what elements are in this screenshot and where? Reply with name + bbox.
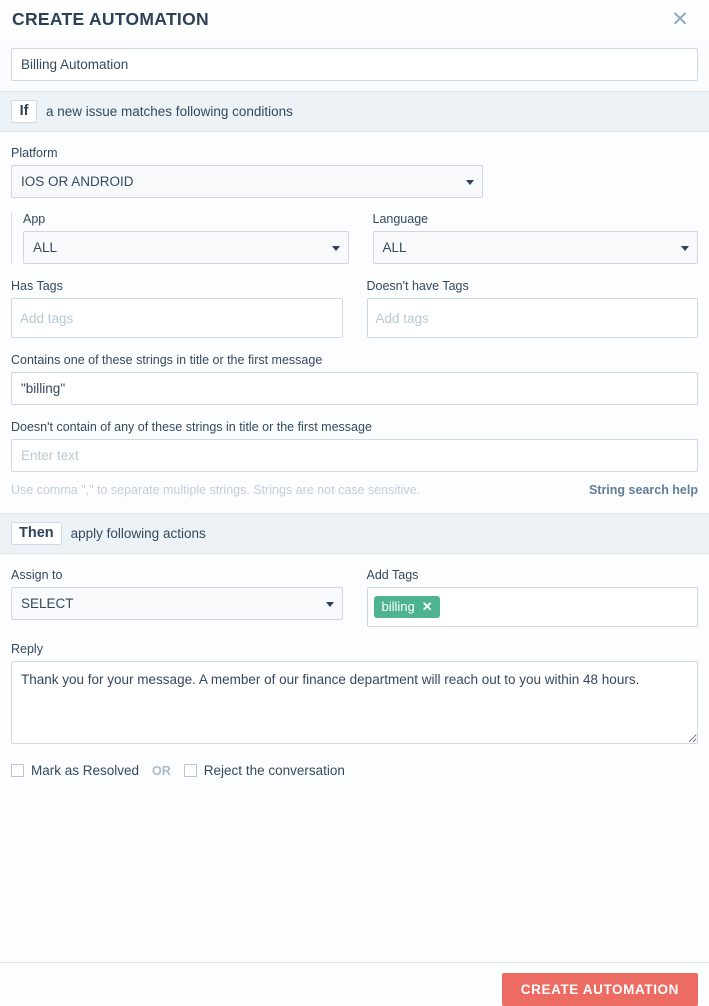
assign-to-label: Assign to [11,568,343,582]
platform-label: Platform [11,146,483,160]
then-band-text: apply following actions [71,526,206,541]
app-label: App [23,212,349,226]
if-badge: If [11,100,37,124]
contains-field: Contains one of these strings in title o… [11,353,698,405]
app-field: App ALL [23,212,349,264]
language-field: Language ALL [373,212,699,264]
automation-name-input[interactable] [11,48,698,81]
has-tags-label: Has Tags [11,279,343,293]
not-contains-label: Doesn't contain of any of these strings … [11,420,698,434]
remove-tag-icon[interactable]: ✕ [422,600,433,613]
contains-label: Contains one of these strings in title o… [11,353,698,367]
string-search-help-link[interactable]: String search help [589,483,698,497]
assign-to-select[interactable]: SELECT [11,587,343,620]
add-tags-label: Add Tags [367,568,699,582]
or-separator: OR [152,764,171,778]
checkbox-icon [11,764,24,777]
modal-header: CREATE AUTOMATION ✕ [0,0,709,39]
has-tags-field: Has Tags Add tags [11,279,343,338]
language-select[interactable]: ALL [373,231,699,264]
string-helper-row: Use comma "," to separate multiple strin… [11,483,698,513]
create-automation-button[interactable]: CREATE AUTOMATION [502,973,698,1006]
tag-chip-label: billing [382,600,415,613]
if-condition-band: If a new issue matches following conditi… [0,91,709,132]
reply-field: Reply [11,642,698,744]
not-have-tags-field: Doesn't have Tags Add tags [367,279,699,338]
reject-conversation-label: Reject the conversation [204,763,345,778]
then-action-band: Then apply following actions [0,513,709,554]
then-badge: Then [11,522,62,546]
actions-section: Assign to SELECT Add Tags billing ✕ Repl… [0,554,709,796]
checkbox-icon [184,764,197,777]
app-select-value: ALL [23,231,349,264]
reject-conversation-checkbox[interactable]: Reject the conversation [184,763,345,778]
platform-select-value: IOS OR ANDROID [11,165,483,198]
automation-name-row [0,39,709,91]
reply-label: Reply [11,642,698,656]
mark-as-resolved-checkbox[interactable]: Mark as Resolved [11,763,139,778]
add-tags-field: Add Tags billing ✕ [367,568,699,627]
tag-chip: billing ✕ [374,596,440,618]
language-label: Language [373,212,699,226]
not-contains-field: Doesn't contain of any of these strings … [11,420,698,472]
contains-input[interactable] [11,372,698,405]
not-have-tags-label: Doesn't have Tags [367,279,699,293]
assign-and-tags-row: Assign to SELECT Add Tags billing ✕ [11,568,698,627]
tags-row: Has Tags Add tags Doesn't have Tags Add … [11,279,698,338]
language-select-value: ALL [373,231,699,264]
assign-to-select-value: SELECT [11,587,343,620]
app-select[interactable]: ALL [23,231,349,264]
not-have-tags-input[interactable]: Add tags [367,298,699,338]
platform-select[interactable]: IOS OR ANDROID [11,165,483,198]
platform-subfields: App ALL Language ALL [11,212,698,264]
not-contains-input[interactable] [11,439,698,472]
platform-field: Platform IOS OR ANDROID [11,146,483,198]
reply-textarea[interactable] [11,661,698,744]
create-automation-modal: CREATE AUTOMATION ✕ If a new issue match… [0,0,709,1005]
conditions-section: Platform IOS OR ANDROID App ALL Language [0,132,709,513]
assign-to-field: Assign to SELECT [11,568,343,627]
add-tags-input[interactable]: billing ✕ [367,587,699,627]
close-icon[interactable]: ✕ [667,7,693,33]
page-title: CREATE AUTOMATION [12,9,209,30]
resolution-options-row: Mark as Resolved OR Reject the conversat… [11,763,698,796]
mark-as-resolved-label: Mark as Resolved [31,763,139,778]
modal-footer: CREATE AUTOMATION [0,962,709,1005]
has-tags-input[interactable]: Add tags [11,298,343,338]
if-band-text: a new issue matches following conditions [46,104,293,119]
string-helper-text: Use comma "," to separate multiple strin… [11,483,420,497]
